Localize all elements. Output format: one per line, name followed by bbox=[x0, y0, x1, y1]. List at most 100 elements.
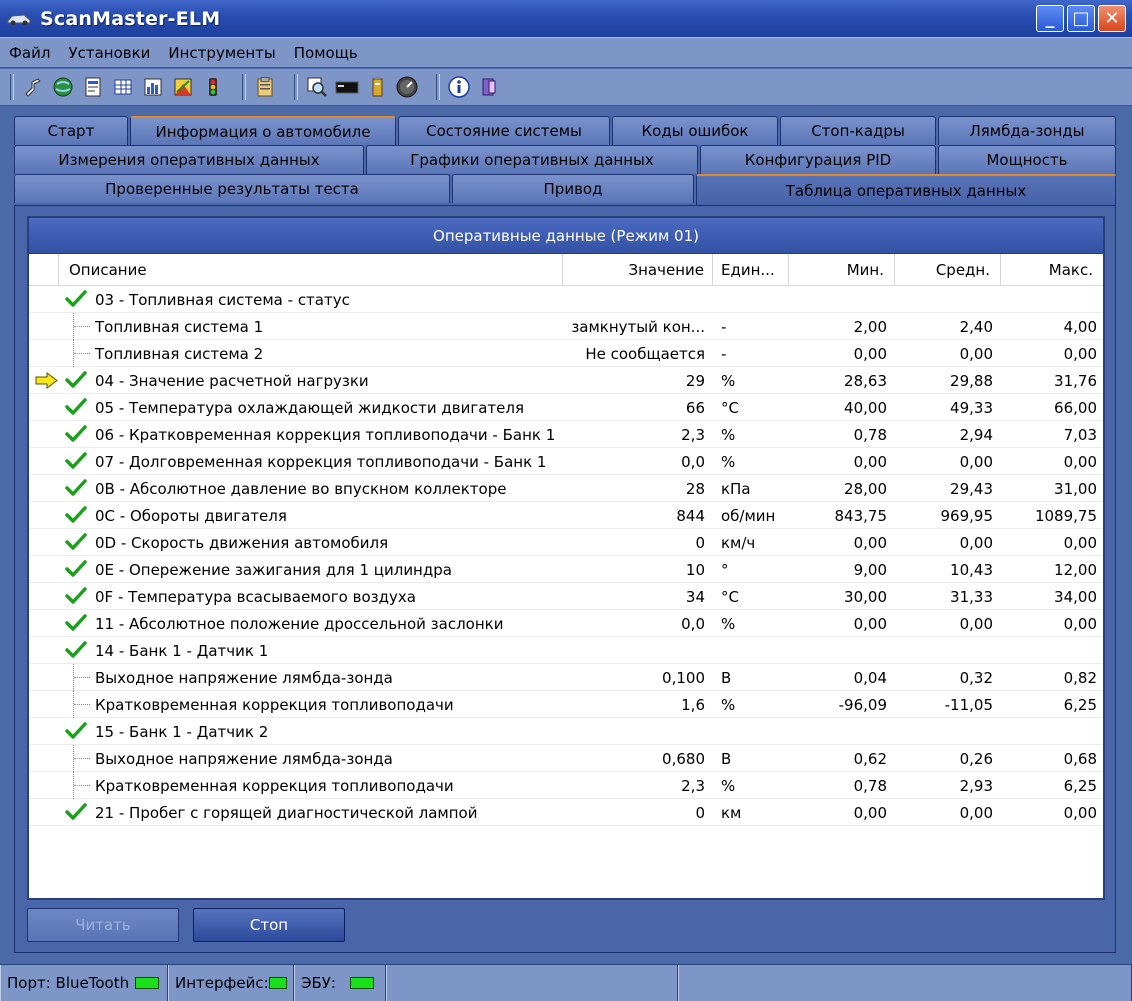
tab-pid-config[interactable]: Конфигурация PID bbox=[700, 145, 936, 174]
table-row[interactable]: 14 - Банк 1 - Датчик 1 bbox=[29, 637, 1103, 664]
checkmark-icon[interactable] bbox=[65, 533, 87, 551]
cell-description: 05 - Температура охлаждающей жидкости дв… bbox=[95, 398, 524, 417]
checkmark-icon[interactable] bbox=[65, 506, 87, 524]
status-ecu-label: ЭБУ: bbox=[301, 974, 336, 992]
tree-connector bbox=[74, 326, 90, 327]
col-value[interactable]: Значение bbox=[563, 254, 713, 285]
col-description[interactable]: Описание bbox=[65, 254, 563, 285]
table-row[interactable]: 05 - Температура охлаждающей жидкости дв… bbox=[29, 394, 1103, 421]
tab-system-status[interactable]: Состояние системы bbox=[398, 116, 610, 145]
checkmark-icon[interactable] bbox=[65, 587, 87, 605]
search-icon[interactable] bbox=[305, 75, 329, 99]
info-icon[interactable] bbox=[447, 75, 471, 99]
table-row[interactable]: 15 - Банк 1 - Датчик 2 bbox=[29, 718, 1103, 745]
menu-tools[interactable]: Инструменты bbox=[168, 44, 275, 62]
grid-icon[interactable] bbox=[111, 75, 135, 99]
traffic-light-icon[interactable] bbox=[201, 75, 225, 99]
cell-max: 0,00 bbox=[1063, 344, 1097, 363]
table-row[interactable]: 06 - Кратковременная коррекция топливопо… bbox=[29, 421, 1103, 448]
table-row[interactable]: 0C - Обороты двигателя 844 об/мин 843,75 969… bbox=[29, 502, 1103, 529]
clipboard-icon[interactable] bbox=[253, 75, 277, 99]
checkmark-icon[interactable] bbox=[65, 290, 87, 308]
checkmark-icon[interactable] bbox=[65, 371, 87, 389]
checkmark-icon[interactable] bbox=[65, 479, 87, 497]
table-row[interactable]: 0B - Абсолютное давление во впускном кол… bbox=[29, 475, 1103, 502]
table-row[interactable]: 0F - Температура всасываемого воздуха 34 °… bbox=[29, 583, 1103, 610]
cell-max: 1089,75 bbox=[1034, 506, 1097, 525]
exit-icon[interactable] bbox=[477, 75, 501, 99]
table-row[interactable]: Кратковременная коррекция топливоподачи 1… bbox=[29, 691, 1103, 718]
checkmark-icon[interactable] bbox=[65, 641, 87, 659]
table-row[interactable]: Топливная система 2 Не сообщается - 0,00 0,0… bbox=[29, 340, 1103, 367]
tab-test-results[interactable]: Проверенные результаты теста bbox=[14, 174, 450, 203]
table-row[interactable]: 11 - Абсолютное положение дроссельной за… bbox=[29, 610, 1103, 637]
cell-max: 6,25 bbox=[1063, 695, 1097, 714]
chart-color-icon[interactable] bbox=[171, 75, 195, 99]
col-avg[interactable]: Средн. bbox=[895, 254, 1001, 285]
checkmark-icon[interactable] bbox=[65, 803, 87, 821]
menu-file[interactable]: Файл bbox=[9, 44, 50, 62]
table-row[interactable]: Выходное напряжение лямбда-зонда 0,680 В 0,… bbox=[29, 745, 1103, 772]
table-row[interactable]: Выходное напряжение лямбда-зонда 0,100 В 0,… bbox=[29, 664, 1103, 691]
document-icon[interactable] bbox=[81, 75, 105, 99]
tab-oxygen-sensors[interactable]: Лямбда-зонды bbox=[938, 116, 1116, 145]
cell-value: 0,680 bbox=[662, 749, 705, 768]
tab-freeze-frames[interactable]: Стоп-кадры bbox=[780, 116, 936, 145]
terminal-icon[interactable] bbox=[335, 75, 359, 99]
checkmark-icon[interactable] bbox=[65, 722, 87, 740]
checkmark-icon[interactable] bbox=[65, 560, 87, 578]
globe-icon[interactable] bbox=[51, 75, 75, 99]
connect-icon[interactable] bbox=[21, 75, 45, 99]
table-row[interactable]: 07 - Долговременная коррекция топливопод… bbox=[29, 448, 1103, 475]
minimize-icon: _ bbox=[1045, 8, 1055, 29]
cell-description: 06 - Кратковременная коррекция топливопо… bbox=[95, 425, 556, 444]
battery-icon[interactable] bbox=[365, 75, 389, 99]
table-row[interactable]: Топливная система 1 замкнутый кон... - 2,00… bbox=[29, 313, 1103, 340]
col-min[interactable]: Мин. bbox=[789, 254, 895, 285]
table-row[interactable]: 0D - Скорость движения автомобиля 0 км/ч 0,… bbox=[29, 529, 1103, 556]
menu-help[interactable]: Помощь bbox=[294, 44, 358, 62]
cell-description: 07 - Долговременная коррекция топливопод… bbox=[95, 452, 547, 471]
minimize-button[interactable]: _ bbox=[1036, 5, 1064, 32]
cell-value: 0,100 bbox=[662, 668, 705, 687]
tab-actuators[interactable]: Привод bbox=[452, 174, 694, 203]
tab-vehicle-info[interactable]: Информация о автомобиле bbox=[130, 116, 396, 145]
gauge-icon[interactable] bbox=[395, 75, 419, 99]
stop-button[interactable]: Стоп bbox=[193, 908, 345, 942]
cell-max: 0,00 bbox=[1063, 452, 1097, 471]
table-row[interactable]: 21 - Пробег с горящей диагностической ла… bbox=[29, 799, 1103, 826]
col-max[interactable]: Макс. bbox=[1001, 254, 1103, 285]
cell-min: -96,09 bbox=[838, 695, 887, 714]
tab-live-graphs[interactable]: Графики оперативных данных bbox=[366, 145, 698, 174]
table-row[interactable]: 03 - Топливная система - статус bbox=[29, 286, 1103, 313]
maximize-button[interactable]: □ bbox=[1067, 5, 1095, 32]
toolbar-separator bbox=[436, 74, 440, 100]
cell-max: 0,68 bbox=[1063, 749, 1097, 768]
bar-chart-icon[interactable] bbox=[141, 75, 165, 99]
checkmark-icon[interactable] bbox=[65, 452, 87, 470]
cell-unit bbox=[721, 718, 789, 745]
tab-trouble-codes[interactable]: Коды ошибок bbox=[612, 116, 778, 145]
table-row[interactable]: 0E - Опережение зажигания для 1 цилиндра… bbox=[29, 556, 1103, 583]
checkmark-icon[interactable] bbox=[65, 425, 87, 443]
col-unit[interactable]: Един... bbox=[713, 254, 789, 285]
tab-live-measurements[interactable]: Измерения оперативных данных bbox=[14, 145, 364, 174]
cell-avg: -11,05 bbox=[944, 695, 993, 714]
cell-avg: 969,95 bbox=[940, 506, 994, 525]
tab-power[interactable]: Мощность bbox=[938, 145, 1116, 174]
checkmark-icon[interactable] bbox=[65, 614, 87, 632]
cell-min: 9,00 bbox=[853, 560, 887, 579]
cell-min: 0,00 bbox=[853, 614, 887, 633]
window-title: ScanMaster-ELM bbox=[40, 7, 221, 30]
read-button[interactable]: Читать bbox=[27, 908, 179, 942]
close-button[interactable]: ✕ bbox=[1098, 5, 1126, 32]
cell-description: 21 - Пробег с горящей диагностической ла… bbox=[95, 803, 478, 822]
checkmark-icon[interactable] bbox=[65, 398, 87, 416]
table-row[interactable]: 04 - Значение расчетной нагрузки 29% 28,63… bbox=[29, 367, 1103, 394]
table-row[interactable]: Кратковременная коррекция топливоподачи 2… bbox=[29, 772, 1103, 799]
cell-unit: % bbox=[721, 425, 736, 444]
tab-live-data-table[interactable]: Таблица оперативных данных bbox=[696, 174, 1116, 205]
toolbar-separator bbox=[242, 74, 246, 100]
menu-settings[interactable]: Установки bbox=[68, 44, 150, 62]
tab-start[interactable]: Старт bbox=[14, 116, 128, 145]
